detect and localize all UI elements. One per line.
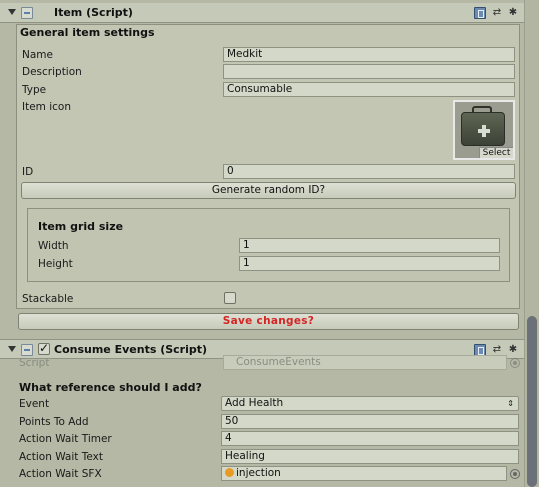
script-field: ConsumeEvents [223, 355, 507, 370]
sfx-value: injection [236, 467, 281, 479]
description-field[interactable] [223, 64, 515, 79]
name-field[interactable]: Medkit [223, 47, 515, 62]
generate-id-button[interactable]: Generate random ID? [21, 182, 516, 199]
dropdown-arrows-icon: ⇕ [507, 399, 514, 408]
sfx-picker-icon[interactable] [510, 469, 520, 479]
id-field[interactable]: 0 [223, 164, 515, 179]
component-title: Item (Script) [54, 6, 133, 19]
event-label: Event [19, 398, 50, 410]
height-label: Height [38, 258, 73, 270]
reference-question: What reference should I add? [19, 381, 202, 394]
points-label: Points To Add [19, 416, 89, 428]
script-picker-icon [510, 358, 520, 368]
icon-select-button[interactable]: Select [479, 147, 513, 158]
medkit-cross-vertical [482, 125, 486, 137]
text-field[interactable]: Healing [221, 449, 519, 464]
sfx-field[interactable]: injection [221, 466, 507, 481]
timer-field[interactable]: 4 [221, 431, 519, 446]
type-label: Type [22, 84, 47, 96]
item-icon-slot[interactable]: Select [453, 100, 515, 160]
gear-icon[interactable]: ✱ [507, 7, 519, 19]
event-dropdown[interactable]: Add Health ⇕ [221, 396, 519, 411]
component-title: Consume Events (Script) [54, 343, 208, 356]
medkit-handle [472, 106, 492, 112]
sfx-label: Action Wait SFX [19, 468, 102, 480]
script-icon [21, 7, 33, 19]
general-section-title: General item settings [20, 26, 155, 39]
help-book-icon[interactable] [474, 7, 486, 19]
item-icon-label: Item icon [22, 101, 72, 113]
script-label: Script [19, 357, 50, 369]
name-label: Name [22, 49, 53, 61]
type-field[interactable]: Consumable [223, 82, 515, 97]
gear-icon[interactable]: ✱ [507, 344, 519, 356]
height-field[interactable]: 1 [239, 256, 500, 271]
preset-icon[interactable]: ⇄ [491, 7, 503, 19]
audio-clip-icon [225, 468, 234, 477]
medkit-icon [461, 106, 505, 146]
foldout-arrow-icon[interactable] [8, 9, 16, 15]
width-label: Width [38, 240, 69, 252]
stackable-checkbox[interactable] [224, 292, 236, 304]
event-value: Add Health [225, 397, 284, 409]
component-enabled-checkbox[interactable] [38, 341, 50, 355]
id-label: ID [22, 166, 34, 178]
stackable-label: Stackable [22, 293, 74, 305]
width-field[interactable]: 1 [239, 238, 500, 253]
item-component-header[interactable]: Item (Script) ⇄ ✱ [0, 3, 524, 23]
script-icon [21, 344, 33, 356]
foldout-arrow-icon[interactable] [8, 346, 16, 352]
text-label: Action Wait Text [19, 451, 103, 463]
points-field[interactable]: 50 [221, 414, 519, 429]
grid-section-title: Item grid size [38, 220, 124, 233]
description-label: Description [22, 66, 82, 78]
timer-label: Action Wait Timer [19, 433, 112, 445]
scrollbar-thumb[interactable] [527, 316, 537, 487]
save-changes-button[interactable]: Save changes? [18, 313, 519, 330]
